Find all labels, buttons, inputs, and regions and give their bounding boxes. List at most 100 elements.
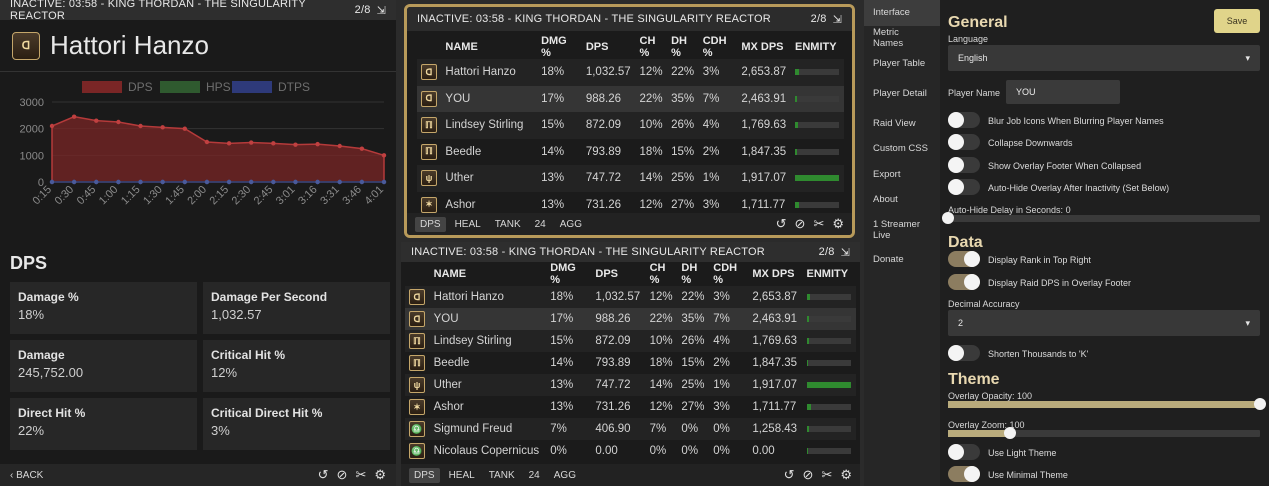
table-row[interactable]: ψ Uther 13% 747.72 14% 25% 1% 1,917.07 <box>417 165 844 192</box>
autohide-slider[interactable] <box>942 212 1260 224</box>
player-name-input[interactable]: YOU <box>1006 80 1120 104</box>
blur-icon[interactable]: ⊘ <box>337 467 348 483</box>
gear-icon[interactable]: ⚙ <box>832 216 844 232</box>
data-heading: Data <box>948 234 983 251</box>
theme-option-0-toggle[interactable] <box>948 444 980 460</box>
column-header[interactable]: DPS <box>582 35 636 59</box>
table-row[interactable]: ℿ Beedle 14% 793.89 18% 15% 2% 1,847.35 <box>417 139 844 166</box>
nav-item-player-table[interactable]: Player Table <box>864 51 940 77</box>
table-row[interactable]: ✶ Ashor 13% 731.26 12% 27% 3% 1,711.77 <box>405 396 856 418</box>
nav-item-export[interactable]: Export <box>864 162 940 188</box>
nav-item-donate[interactable]: Donate <box>864 247 940 273</box>
nav-item-about[interactable]: About <box>864 187 940 213</box>
cell-cdh: 1% <box>709 374 749 396</box>
enmity-bar <box>806 316 851 322</box>
tools-icon[interactable]: ✂ <box>813 216 824 232</box>
reset-icon[interactable]: ↺ <box>776 216 787 232</box>
shorten-thousands-toggle[interactable] <box>948 345 980 361</box>
column-header[interactable]: CDH % <box>699 35 738 59</box>
table-row[interactable]: ψ Uther 13% 747.72 14% 25% 1% 1,917.07 <box>405 374 856 396</box>
column-header[interactable]: DPS <box>591 262 645 286</box>
opacity-slider[interactable] <box>948 398 1266 410</box>
slider-handle[interactable] <box>1004 427 1017 439</box>
nav-item-raid-view[interactable]: Raid View <box>864 111 940 137</box>
collapse-icon[interactable]: ⇲ <box>841 246 850 259</box>
tab-tank[interactable]: TANK <box>490 217 526 232</box>
blur-icon[interactable]: ⊘ <box>803 467 814 483</box>
data-point <box>293 142 298 147</box>
column-header[interactable]: DMG % <box>546 262 591 286</box>
tools-icon[interactable]: ✂ <box>355 467 366 483</box>
nav-item-player-detail[interactable]: Player Detail <box>864 77 940 111</box>
table-row[interactable]: ♎ Nicolaus Copernicus 0% 0.00 0% 0% 0% 0.00 <box>405 440 856 462</box>
column-header[interactable]: CH % <box>636 35 668 59</box>
table-row[interactable]: ℿ Beedle 14% 793.89 18% 15% 2% 1,847.35 <box>405 352 856 374</box>
legend-swatch[interactable] <box>232 81 272 93</box>
general-option-0-toggle[interactable] <box>948 112 980 128</box>
tab-heal[interactable]: HEAL <box>450 217 486 232</box>
decimal-select[interactable]: 2 ▾ <box>948 310 1260 336</box>
column-header[interactable]: ENMITY <box>803 262 857 286</box>
legend-swatch[interactable] <box>160 81 200 93</box>
tab-tank[interactable]: TANK <box>484 468 520 483</box>
column-header[interactable]: ENMITY <box>791 35 844 59</box>
gear-icon[interactable]: ⚙ <box>374 467 386 483</box>
table-row[interactable]: ♎ Sigmund Freud 7% 406.90 7% 0% 0% 1,258.43 <box>405 418 856 440</box>
nav-item-metric-names[interactable]: Metric Names <box>864 26 940 52</box>
tools-icon[interactable]: ✂ <box>821 467 832 483</box>
column-header[interactable]: DMG % <box>537 35 582 59</box>
enmity-fill <box>795 201 800 208</box>
cell-dmg: 13% <box>537 165 582 192</box>
back-button[interactable]: ‹ BACK <box>10 470 43 481</box>
table-row[interactable]: ᗡ Hattori Hanzo 18% 1,032.57 12% 22% 3% 2,653.8… <box>417 59 844 86</box>
collapse-icon[interactable]: ⇲ <box>833 13 842 26</box>
tab-agg[interactable]: AGG <box>549 468 581 483</box>
table-row[interactable]: ℿ Lindsey Stirling 15% 872.09 10% 26% 4% 1,769.… <box>405 330 856 352</box>
legend-label[interactable]: HPS <box>206 80 231 94</box>
column-header[interactable]: DH % <box>677 262 709 286</box>
zoom-slider[interactable] <box>948 427 1260 439</box>
legend-label[interactable]: DPS <box>128 80 153 94</box>
tab-agg[interactable]: AGG <box>555 217 587 232</box>
column-header[interactable]: CH % <box>646 262 678 286</box>
legend-swatch[interactable] <box>82 81 122 93</box>
table-row[interactable]: ᗡ YOU 17% 988.26 22% 35% 7% 2,463.91 <box>417 85 844 112</box>
tab-24[interactable]: 24 <box>530 217 551 232</box>
general-option-2-toggle[interactable] <box>948 157 980 173</box>
column-header[interactable]: CDH % <box>709 262 748 286</box>
save-button[interactable]: Save <box>1214 9 1260 33</box>
stat-card: Damage % 18% <box>10 282 197 334</box>
enmity-bar <box>795 122 840 129</box>
table-row[interactable]: ᗡ Hattori Hanzo 18% 1,032.57 12% 22% 3% 2,653.8… <box>405 286 856 308</box>
tab-dps[interactable]: DPS <box>409 467 440 483</box>
nav-item-custom-css[interactable]: Custom CSS <box>864 136 940 162</box>
data-option-1-toggle[interactable] <box>948 274 980 290</box>
reset-icon[interactable]: ↺ <box>784 467 795 483</box>
nav-item-interface[interactable]: Interface <box>864 0 940 26</box>
general-option-1-toggle[interactable] <box>948 134 980 150</box>
gear-icon[interactable]: ⚙ <box>840 467 852 483</box>
column-header[interactable]: NAME <box>441 35 537 59</box>
cell-cdh: 2% <box>702 145 720 158</box>
column-header[interactable]: NAME <box>430 262 547 286</box>
nav-item-1-streamer-live[interactable]: 1 Streamer Live <box>864 213 940 247</box>
data-option-0-toggle[interactable] <box>948 251 980 267</box>
general-option-3-toggle[interactable] <box>948 179 980 195</box>
tab-dps[interactable]: DPS <box>415 216 446 232</box>
tab-heal[interactable]: HEAL <box>444 468 480 483</box>
legend-label[interactable]: DTPS <box>278 80 310 94</box>
column-header[interactable]: DH % <box>667 35 699 59</box>
theme-option-1-toggle[interactable] <box>948 466 980 482</box>
column-header[interactable]: MX DPS <box>748 262 802 286</box>
table-row[interactable]: ℿ Lindsey Stirling 15% 872.09 10% 26% 4% 1,769.… <box>417 112 844 139</box>
language-select[interactable]: English ▾ <box>948 45 1260 71</box>
blur-icon[interactable]: ⊘ <box>795 216 806 232</box>
tab-24[interactable]: 24 <box>524 468 545 483</box>
slider-handle[interactable] <box>942 212 954 224</box>
table-row[interactable]: ᗡ YOU 17% 988.26 22% 35% 7% 2,463.91 <box>405 308 856 330</box>
data-point <box>49 179 55 185</box>
column-header[interactable]: MX DPS <box>737 35 791 59</box>
slider-handle[interactable] <box>1254 398 1266 410</box>
reset-icon[interactable]: ↺ <box>318 467 329 483</box>
collapse-icon[interactable]: ⇲ <box>377 4 386 17</box>
